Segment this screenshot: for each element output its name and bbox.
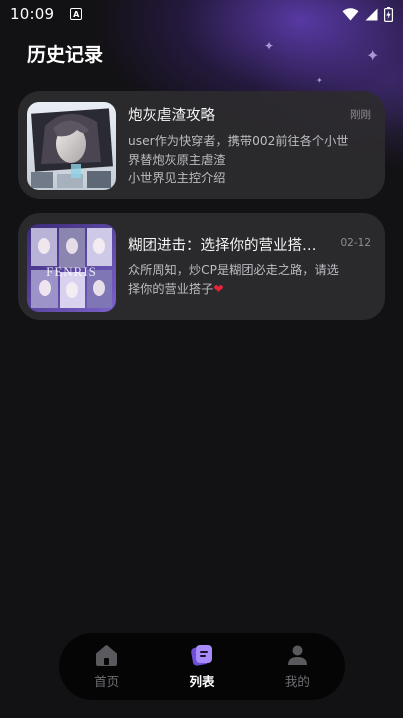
story-cover-image: [27, 102, 116, 190]
description-line: 小世界见主控介绍: [128, 171, 226, 185]
battery-icon: [384, 6, 393, 22]
description-text: 择你的营业搭子: [128, 281, 214, 296]
nav-item-list[interactable]: 列表: [154, 633, 249, 700]
description-line: user作为快穿者，携带002前往各个小世: [128, 134, 349, 148]
nav-label-profile: 我的: [284, 674, 310, 689]
nav-item-profile[interactable]: 我的: [250, 633, 345, 700]
heart-icon: ❤: [213, 281, 224, 296]
page-title: 历史记录: [27, 44, 104, 66]
story-title: 糊团进击：选择你的营业搭…: [128, 238, 317, 254]
story-cover-image: FENRIS: [27, 224, 116, 312]
notification-icon: A: [70, 8, 83, 20]
sparkle-icon: ✦: [366, 46, 380, 65]
story-description: user作为快穿者，携带002前往各个小世 界替炮灰原主虐渣 小世界见主控介绍: [128, 132, 378, 188]
description-line: 择你的营业搭子❤: [128, 280, 378, 299]
description-line: 众所周知，炒CP是糊团必走之路，请选: [128, 263, 339, 277]
status-bar: 10:09 A: [0, 0, 403, 28]
history-item[interactable]: FENRIS 糊团进击：选择你的营业搭… 02-12 众所周知，炒CP是糊团必走…: [18, 213, 385, 320]
signal-icon: [365, 8, 378, 20]
wifi-icon: [342, 7, 359, 21]
nav-label-list: 列表: [189, 674, 215, 689]
history-item[interactable]: 炮灰虐渣攻略 刚刚 user作为快穿者，携带002前往各个小世 界替炮灰原主虐渣…: [18, 91, 385, 199]
sparkle-icon: ✦: [316, 76, 323, 85]
sparkle-icon: ✦: [264, 39, 275, 53]
story-timestamp: 刚刚: [350, 109, 371, 121]
description-line: 界替炮灰原主虐渣: [128, 152, 226, 167]
story-title: 炮灰虐渣攻略: [128, 108, 215, 124]
story-description: 众所周知，炒CP是糊团必走之路，请选 择你的营业搭子❤: [128, 261, 378, 298]
status-time: 10:09: [10, 5, 55, 23]
nav-label-home: 首页: [94, 674, 120, 689]
cover-logo-text: FENRIS: [46, 264, 97, 279]
bottom-nav: 首页 列表 我的: [59, 633, 345, 700]
profile-icon: [287, 645, 307, 665]
nav-item-home[interactable]: 首页: [59, 633, 154, 700]
home-icon: [96, 645, 118, 666]
history-screen: ✦ ✦ ✦ 10:09 A 历史记录 炮灰虐渣攻略 刚刚 user作为快穿者，携…: [0, 0, 403, 718]
list-icon: [191, 645, 213, 666]
story-timestamp: 02-12: [340, 237, 371, 249]
